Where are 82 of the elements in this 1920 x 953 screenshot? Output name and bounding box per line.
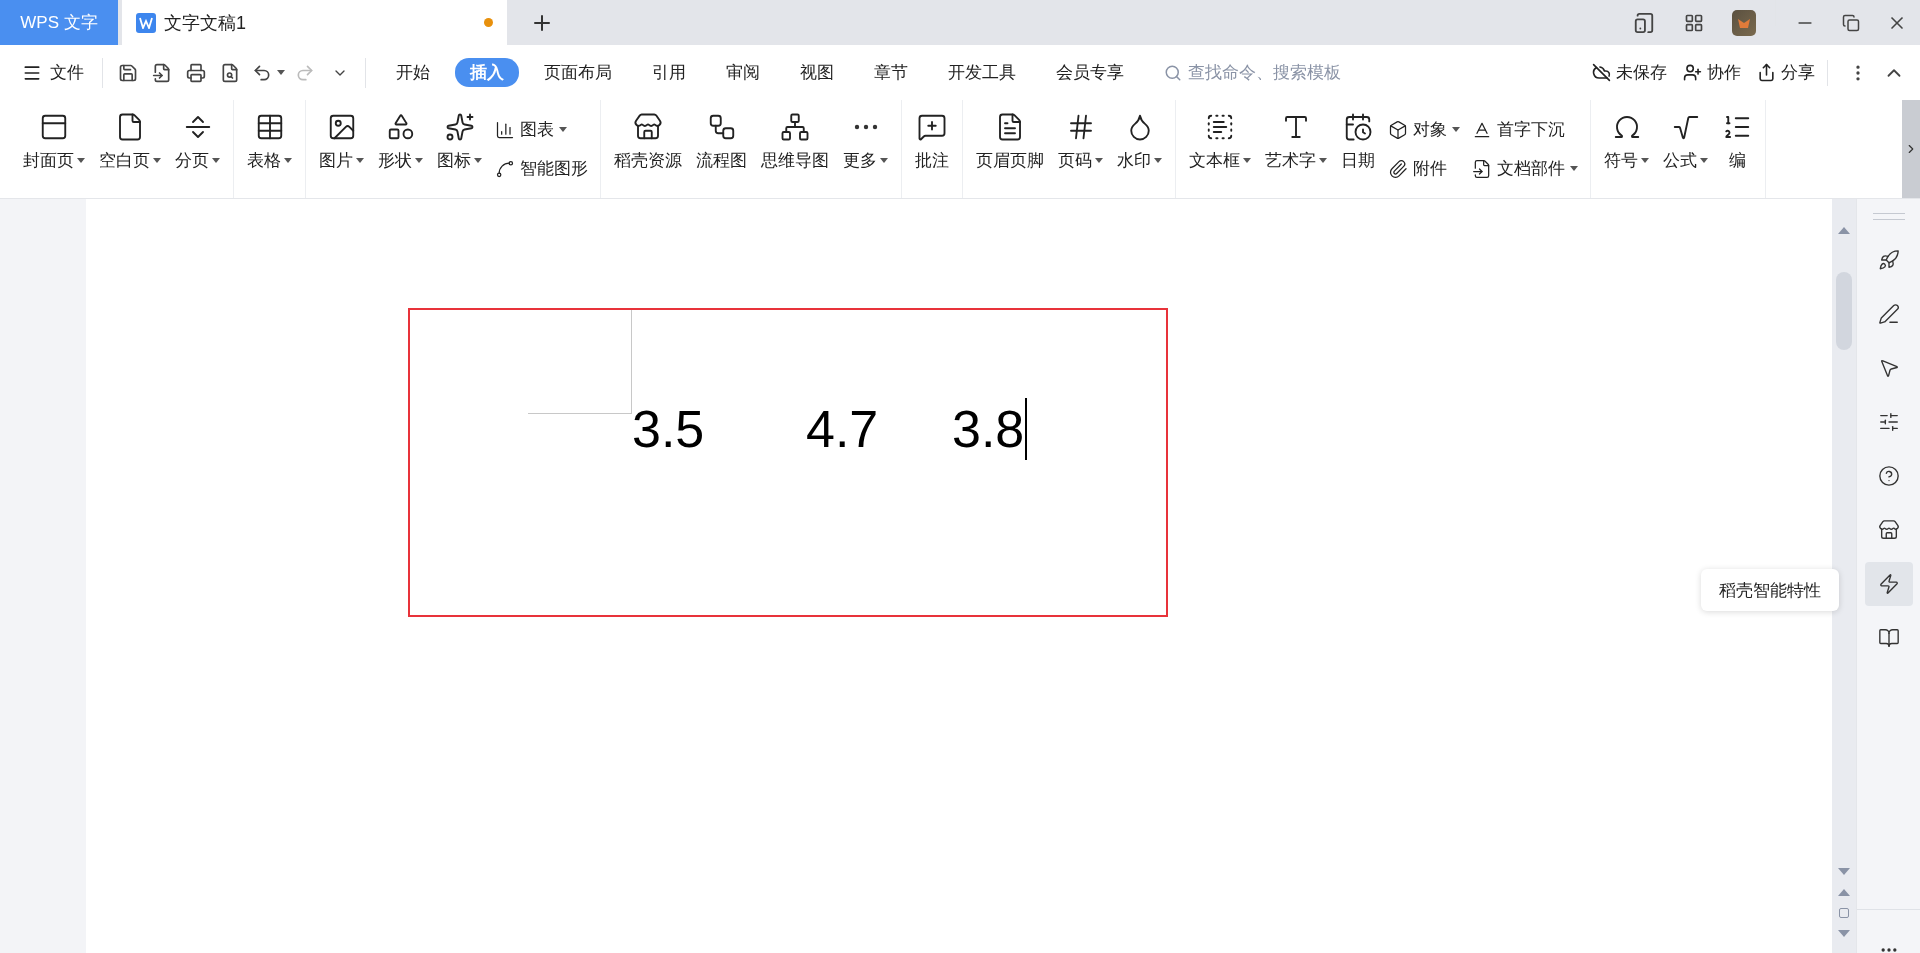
ribbon-button[interactable]: 更多 [836,100,895,198]
lightning-icon [1877,573,1900,595]
ribbon-button[interactable]: 日期 [1334,100,1382,198]
number-text: 3.8 [952,400,1025,458]
ribbon-button[interactable]: 对象 [1388,118,1460,141]
ribbon-button[interactable]: 批注 [908,100,956,198]
paperclip-icon [1388,158,1408,179]
search-placeholder: 查找命令、搜索模板 [1188,62,1341,84]
ribbon-button[interactable]: 文档部件 [1472,157,1578,180]
restore-icon[interactable] [1842,13,1860,32]
user-add-icon [1683,63,1702,82]
cloud-icon [1592,63,1611,82]
ribbon-button[interactable]: 文本框 [1182,100,1258,198]
ribbon-button[interactable]: 艺术字 [1258,100,1334,198]
ribbon-tab[interactable]: 视图 [785,58,849,87]
document-icon [136,12,156,33]
ribbon-button[interactable]: 分页 [168,100,227,198]
calendar-icon [1343,112,1373,142]
document-tab[interactable]: 文字文稿1 [122,0,507,45]
ribbon-button[interactable]: 页码 [1051,100,1110,198]
scrollbar[interactable] [1832,199,1856,953]
text-box[interactable]: 3.5 4.7 3.8 [408,308,1168,617]
ribbon-button[interactable]: 表格 [240,100,299,198]
ribbon-button[interactable]: 附件 [1388,157,1460,180]
ribbon-button[interactable]: 首字下沉 [1472,118,1578,141]
ribbon-tab[interactable]: 开发工具 [933,58,1031,87]
ribbon-button[interactable]: 空白页 [92,100,168,198]
ribbon-button[interactable]: 符号 [1597,100,1656,198]
ribbon-button[interactable]: 思维导图 [754,100,836,198]
ribbon-button[interactable]: 封面页 [16,100,92,198]
sliders-icon [1877,411,1900,433]
caret-icon[interactable] [277,70,285,75]
document-title: 文字文稿1 [164,11,246,35]
grid-icon[interactable] [1684,12,1704,33]
undo-icon[interactable] [252,62,272,83]
avatar[interactable] [1732,9,1756,36]
help-icon [1877,465,1900,487]
search-icon [1164,63,1182,82]
device-icon[interactable] [1633,11,1655,34]
more-icon [853,124,878,130]
ribbon-tab[interactable]: 引用 [637,58,701,87]
action-button[interactable]: 未保存 [1592,61,1667,84]
ribbon-button[interactable]: 智能图形 [495,157,588,180]
tooltip: 稻壳智能特性 [1701,569,1839,611]
preview-icon[interactable] [220,62,240,83]
mind-map-icon [780,112,810,142]
comment-icon [917,112,947,142]
file-menu[interactable]: 文件 [16,61,94,84]
ribbon-tab[interactable]: 审阅 [711,58,775,87]
number-text: 3.5 [632,400,705,458]
ribbon-button[interactable]: 公式 [1656,100,1715,198]
action-button[interactable]: 分享 [1757,61,1815,84]
ribbon-button[interactable]: 流程图 [689,100,754,198]
ribbon-tab[interactable]: 章节 [859,58,923,87]
share-icon [1757,63,1776,82]
ribbon-tab[interactable]: 开始 [381,58,445,87]
pen-icon [1877,303,1900,325]
ribbon-button[interactable]: 形状 [371,100,430,198]
ribbon-button[interactable]: 图表 [495,118,588,141]
action-button[interactable]: 协作 [1683,61,1741,84]
print-icon[interactable] [186,62,206,83]
ribbon-button[interactable]: 图片 [312,100,371,198]
export-icon[interactable] [152,62,172,83]
cube-icon [1388,119,1408,140]
store-icon [1877,519,1900,541]
ribbon-button[interactable]: 图标 [430,100,489,198]
text-cursor [1025,398,1028,460]
ribbon-tab[interactable]: 页面布局 [529,58,627,87]
drag-handle[interactable] [1872,213,1905,220]
file-menu-label: 文件 [50,62,84,84]
ribbon-button[interactable]: 水印 [1110,100,1169,198]
ribbon-button[interactable]: 稻壳资源 [607,100,689,198]
ribbon-tab[interactable]: 会员专享 [1041,58,1139,87]
ribbon-button[interactable]: 编 [1715,100,1759,198]
rocket-icon [1877,249,1900,271]
sidebar-button[interactable] [1864,562,1913,606]
bar-chart-icon [495,119,515,140]
ribbon-button[interactable]: 页眉页脚 [969,100,1051,198]
store-icon [633,112,663,142]
text-box-icon [1205,112,1235,142]
save-icon[interactable] [118,62,138,83]
number-text: 4.7 [806,400,879,458]
